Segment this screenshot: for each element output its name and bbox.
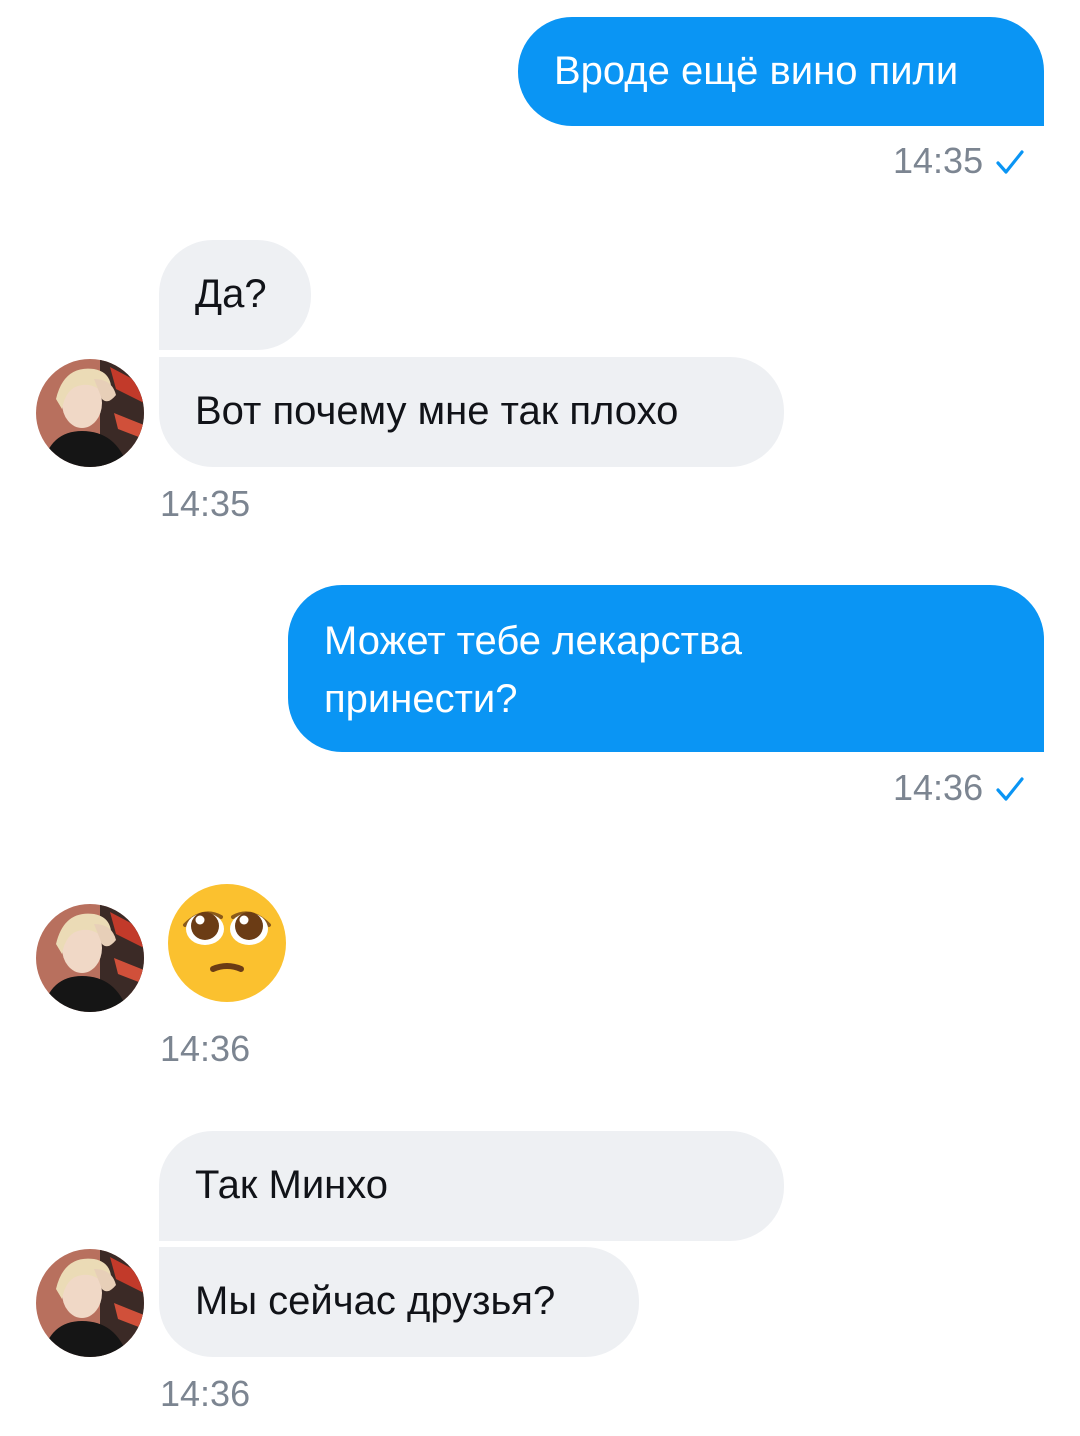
message-timestamp: 14:36 xyxy=(160,1028,251,1069)
check-icon xyxy=(995,144,1025,184)
message-text: Так Минхо xyxy=(195,1163,389,1207)
outgoing-message[interactable]: Может тебе лекарства принести? xyxy=(288,585,1044,752)
check-icon xyxy=(995,771,1025,811)
outgoing-message[interactable]: Вроде ещё вино пили xyxy=(518,17,1044,126)
incoming-message[interactable]: Мы сейчас друзья? xyxy=(159,1247,639,1357)
message-timestamp: 14:36 xyxy=(160,1373,251,1414)
pleading-face-icon[interactable] xyxy=(167,883,287,1003)
message-timestamp: 14:35 xyxy=(893,141,1025,184)
message-text-line: принести? xyxy=(324,677,518,721)
incoming-message[interactable]: Да? xyxy=(159,240,311,350)
message-text: Да? xyxy=(195,272,267,316)
message-text: Вот почему мне так плохо xyxy=(195,389,679,433)
incoming-message[interactable]: Так Минхо xyxy=(159,1131,784,1241)
message-timestamp: 14:35 xyxy=(160,483,251,524)
avatar[interactable] xyxy=(36,1249,144,1357)
incoming-message[interactable]: Вот почему мне так плохо xyxy=(159,357,784,467)
message-text: Вроде ещё вино пили xyxy=(554,49,959,93)
avatar[interactable] xyxy=(36,359,144,467)
message-text-line: Может тебе лекарства xyxy=(324,619,742,663)
avatar[interactable] xyxy=(36,904,144,1012)
message-timestamp: 14:36 xyxy=(893,768,1025,811)
chat-thread: Вроде ещё вино пили 14:35 Да? Вот почему… xyxy=(0,0,1080,1436)
message-text: Мы сейчас друзья? xyxy=(195,1279,556,1323)
